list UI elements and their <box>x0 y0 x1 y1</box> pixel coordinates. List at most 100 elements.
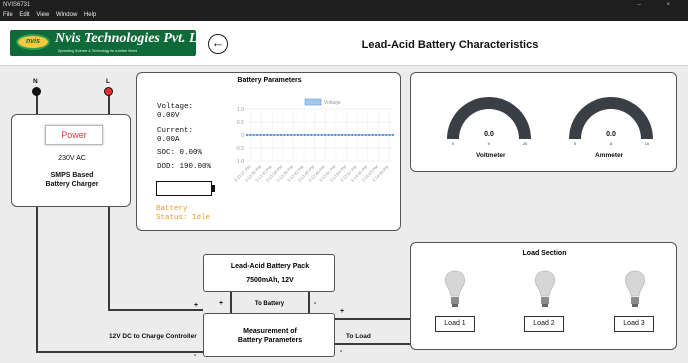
battery-status: Battery Status: Idle <box>156 205 210 223</box>
gauge-unit: V <box>488 141 491 146</box>
plus-sign-dc: + <box>194 302 199 309</box>
to-load-label: To Load <box>346 333 371 340</box>
neutral-terminal <box>32 87 41 96</box>
soc-label: SOC: <box>157 149 176 157</box>
soc-reading: SOC: 0.00% <box>157 149 202 158</box>
gauge-unit: A <box>610 141 613 146</box>
voltage-reading: Voltage: 0.00V <box>157 103 193 121</box>
company-logo: nvis Nvis Technologies Pvt. Ltd. Spreadi… <box>10 30 212 56</box>
logo-name: Nvis Technologies Pvt. Ltd. <box>55 31 212 46</box>
data-point <box>334 133 337 137</box>
data-point <box>371 133 374 137</box>
current-value: 0.00A <box>157 136 180 144</box>
window-title: NVIS6731 <box>3 2 31 8</box>
battery-icon <box>156 181 215 196</box>
gauge-value: 0.0 <box>484 131 494 138</box>
back-arrow-icon[interactable]: ← <box>208 34 228 54</box>
data-point <box>283 133 286 137</box>
voltage-label: Voltage: <box>157 103 194 111</box>
battery-pack-capacity: 7500mAh, 12V <box>246 277 294 284</box>
data-point <box>354 133 357 137</box>
data-point <box>276 133 279 137</box>
load-3-button[interactable]: Load 3 <box>614 316 654 332</box>
current-reading: Current: 0.00A <box>157 127 193 145</box>
gauge-min: 0 <box>574 141 577 146</box>
data-point <box>259 133 262 137</box>
load-section-panel: Load Section Load 1 Load 2 Load 3 <box>410 242 677 350</box>
data-point <box>269 133 272 137</box>
data-point <box>368 133 371 137</box>
ammeter-label: Ammeter <box>595 152 624 159</box>
ac-label: 230V AC <box>58 155 86 162</box>
measurement-line1: Measurement of <box>243 328 297 335</box>
measure-to-load-wire <box>335 343 410 345</box>
data-point <box>303 133 306 137</box>
data-point <box>273 133 276 137</box>
data-point <box>347 133 350 137</box>
live-terminal <box>104 87 113 96</box>
soc-value: 0.00% <box>179 149 203 157</box>
menu-help[interactable]: Help <box>84 12 96 18</box>
menu-window[interactable]: Window <box>56 12 77 18</box>
legend-label: Voltage <box>324 100 341 106</box>
smps-line1: SMPS Based <box>50 172 94 179</box>
dod-value: 190.00% <box>179 163 212 171</box>
load-2-button[interactable]: Load 2 <box>524 316 564 332</box>
data-point <box>388 133 391 137</box>
battery-parameters-panel: Battery Parameters Voltage: 0.00V Curren… <box>136 72 401 231</box>
data-point <box>381 133 384 137</box>
legend-swatch <box>304 98 322 106</box>
menu-file[interactable]: File <box>3 12 13 18</box>
minus-sign-dc: - <box>194 352 197 359</box>
data-point <box>385 133 388 137</box>
menu-bar: File Edit View Window Help <box>0 10 688 21</box>
charger-output-wire <box>108 207 110 309</box>
measurement-line2: Battery Parameters <box>237 337 303 344</box>
app-header: nvis Nvis Technologies Pvt. Ltd. Spreadi… <box>0 21 688 66</box>
data-point <box>351 133 354 137</box>
data-point <box>300 133 303 137</box>
window-controls[interactable]: – × <box>637 0 682 10</box>
meters-graphic: 0.0 V 0 20 0.0 A 0 10 <box>447 97 653 146</box>
data-point <box>344 133 347 137</box>
battery-pack-box: Lead-Acid Battery Pack 7500mAh, 12V <box>203 254 335 292</box>
data-point <box>340 133 344 137</box>
data-point <box>252 133 255 137</box>
voltage-value: 0.00V <box>157 112 180 120</box>
data-point <box>391 133 395 137</box>
dod-label: DOD: <box>157 163 176 171</box>
smps-label: SMPS Based Battery Charger <box>12 171 132 189</box>
meters-panel: 0.0 V 0 20 0.0 A 0 10 Voltmeter Ammeter <box>410 72 677 172</box>
logo-mark: nvis <box>16 34 50 50</box>
data-point <box>337 133 340 137</box>
data-point <box>262 133 266 137</box>
to-battery-label: To Battery <box>254 301 285 307</box>
menu-view[interactable]: View <box>36 12 49 18</box>
live-label: L <box>106 78 110 85</box>
menu-edit[interactable]: Edit <box>19 12 29 18</box>
data-point <box>293 133 296 137</box>
bulb-1-icon <box>445 270 465 307</box>
measurement-label: Measurement of Battery Parameters <box>204 327 336 345</box>
data-point <box>330 133 333 137</box>
data-point <box>361 133 364 137</box>
data-point <box>286 133 289 137</box>
data-point <box>296 133 300 137</box>
gauge-max: 20 <box>523 141 528 146</box>
dc-wire-top <box>108 309 203 311</box>
data-point <box>327 133 330 137</box>
data-point <box>310 133 313 137</box>
data-point <box>313 133 317 137</box>
data-point <box>245 133 249 137</box>
y-tick-label: -1.0 <box>235 159 244 165</box>
data-point <box>266 133 269 137</box>
battery-parameters-title: Battery Parameters <box>237 77 302 84</box>
neutral-label: N <box>33 78 38 85</box>
dc-charge-label: 12V DC to Charge Controller <box>109 333 197 340</box>
dod-reading: DOD: 190.00% <box>157 163 211 172</box>
minus-sign-load: - <box>340 348 343 355</box>
data-point <box>279 133 283 137</box>
load-1-button[interactable]: Load 1 <box>435 316 475 332</box>
power-button[interactable]: Power <box>45 125 103 145</box>
logo-tagline: Spreading Science & Technology for a bet… <box>58 49 138 53</box>
